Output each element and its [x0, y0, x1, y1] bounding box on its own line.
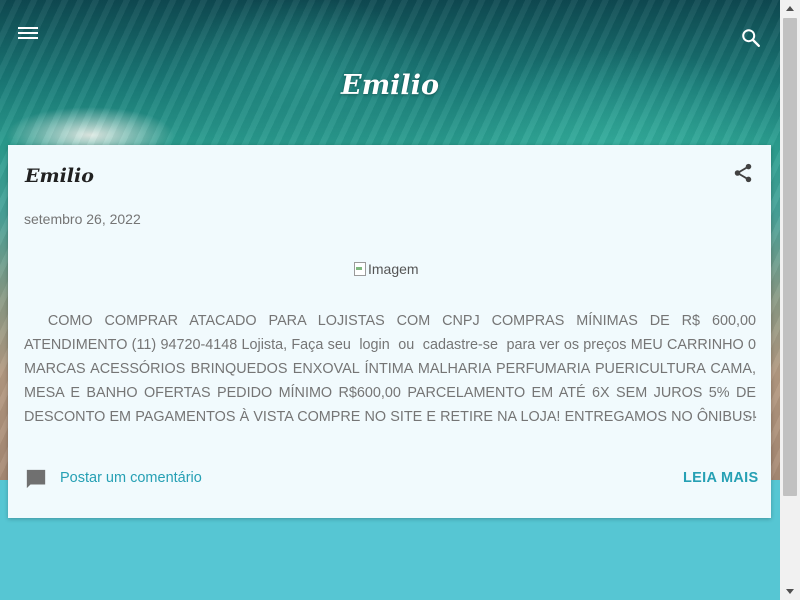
blog-title[interactable]: Emilio — [0, 70, 780, 101]
share-icon[interactable] — [732, 162, 754, 184]
broken-image-icon — [354, 262, 366, 276]
snippet-ellipsis: … — [744, 405, 758, 421]
chevron-down-icon — [786, 589, 794, 594]
post-comment-link[interactable]: Postar um comentário — [60, 470, 202, 486]
chevron-up-icon — [786, 6, 794, 11]
post-image-alt: Imagem — [368, 261, 419, 277]
scroll-down-button[interactable] — [780, 583, 800, 600]
post-image[interactable]: Imagem — [354, 261, 419, 277]
scrollbar-thumb[interactable] — [783, 18, 797, 496]
search-icon[interactable] — [740, 27, 762, 49]
post-date[interactable]: setembro 26, 2022 — [24, 211, 141, 227]
scroll-up-button[interactable] — [780, 0, 800, 17]
vertical-scrollbar[interactable] — [780, 0, 800, 600]
read-more-link[interactable]: LEIA MAIS — [683, 470, 758, 486]
hamburger-menu-icon[interactable] — [18, 25, 38, 43]
post-title[interactable]: Emilio — [25, 165, 94, 187]
post-snippet: COMO COMPRAR ATACADO PARA LOJISTAS COM C… — [24, 313, 756, 425]
post-card: Emilio setembro 26, 2022 Imagem COMO COM… — [8, 145, 771, 518]
comment-icon[interactable] — [25, 468, 47, 490]
